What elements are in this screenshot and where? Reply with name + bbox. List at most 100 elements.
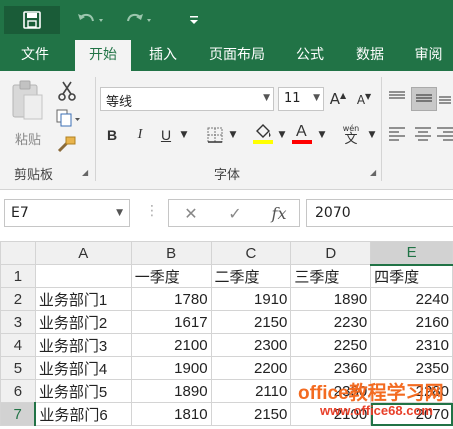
cell-d1[interactable]: 三季度 <box>290 264 372 288</box>
decrease-font-button[interactable]: A▼ <box>354 87 374 111</box>
paste-button[interactable]: 粘贴 <box>8 79 48 148</box>
cell-c5[interactable]: 2200 <box>210 356 292 380</box>
cell-a3[interactable]: 业务部门2 <box>34 310 132 334</box>
select-all-corner[interactable] <box>0 241 36 265</box>
cell-b5[interactable]: 1900 <box>130 356 212 380</box>
font-launcher-icon[interactable]: ◢ <box>370 168 376 177</box>
column-header-d[interactable]: D <box>290 241 372 265</box>
font-size-select[interactable]: 11 ▼ <box>278 87 324 111</box>
font-name-select[interactable]: 等线 ▼ <box>100 87 274 111</box>
cell-a7[interactable]: 业务部门6 <box>34 402 132 426</box>
name-box-value: E7 <box>11 205 29 221</box>
align-middle-button[interactable] <box>411 87 437 111</box>
cell-d2[interactable]: 1890 <box>290 287 372 311</box>
cell-a1[interactable] <box>34 264 132 288</box>
cell-b2[interactable]: 1780 <box>130 287 212 311</box>
row-header-7[interactable]: 7 <box>0 402 37 426</box>
redo-button[interactable] <box>118 6 160 34</box>
formula-buttons: ✕ ✓ fx <box>168 199 300 227</box>
tab-home[interactable]: 开始 <box>75 40 131 71</box>
customize-toolbar-button[interactable] <box>184 6 204 34</box>
align-left-button[interactable] <box>385 123 411 147</box>
column-header-e[interactable]: E <box>370 241 453 266</box>
align-right-button[interactable] <box>437 123 453 147</box>
table-row: 1 一季度 二季度 三季度 四季度 <box>0 264 453 288</box>
align-right-icon <box>437 127 453 141</box>
align-top-button[interactable] <box>385 87 411 111</box>
cell-e3[interactable]: 2160 <box>370 310 453 334</box>
cell-c6[interactable]: 2110 <box>210 379 292 403</box>
cell-e2[interactable]: 2240 <box>370 287 453 311</box>
formula-input[interactable]: 2070 <box>306 199 453 227</box>
underline-button[interactable]: U <box>154 123 178 147</box>
cancel-button[interactable]: ✕ <box>171 200 211 226</box>
copy-button[interactable] <box>52 107 82 131</box>
format-painter-button[interactable] <box>52 133 82 157</box>
cell-c2[interactable]: 1910 <box>210 287 292 311</box>
row-header-1[interactable]: 1 <box>0 264 36 288</box>
italic-button[interactable]: I <box>128 123 152 147</box>
enter-button[interactable]: ✓ <box>215 200 255 226</box>
increase-font-button[interactable]: A▲ <box>328 87 348 111</box>
clipboard-launcher-icon[interactable]: ◢ <box>82 168 88 177</box>
cell-e5[interactable]: 2350 <box>370 356 453 380</box>
phonetic-dropdown[interactable]: ▼ <box>366 123 378 147</box>
cell-a2[interactable]: 业务部门1 <box>34 287 132 311</box>
font-size-value: 11 <box>284 91 301 106</box>
cell-c3[interactable]: 2150 <box>210 310 292 334</box>
column-header-c[interactable]: C <box>210 241 292 265</box>
row-header-3[interactable]: 3 <box>0 310 36 334</box>
ribbon-divider <box>381 77 382 181</box>
tab-file[interactable]: 文件 <box>8 40 62 71</box>
cell-b3[interactable]: 1617 <box>130 310 212 334</box>
formula-bar-resize-handle[interactable]: ⋮ <box>145 203 159 219</box>
column-header-a[interactable]: A <box>34 241 132 265</box>
ribbon-divider <box>95 77 96 181</box>
cell-c7[interactable]: 2150 <box>210 402 292 426</box>
tab-page-layout[interactable]: 页面布局 <box>196 40 278 71</box>
cell-d3[interactable]: 2230 <box>290 310 372 334</box>
cell-a4[interactable]: 业务部门3 <box>34 333 132 357</box>
fill-color-dropdown[interactable]: ▼ <box>276 123 288 147</box>
fill-color-button[interactable] <box>250 121 276 145</box>
cell-e4[interactable]: 2310 <box>370 333 453 357</box>
font-color-icon: A <box>292 123 312 144</box>
align-left-icon <box>389 127 405 141</box>
row-header-4[interactable]: 4 <box>0 333 36 357</box>
bold-button[interactable]: B <box>100 123 124 147</box>
increase-font-icon: A▲ <box>329 90 347 108</box>
cut-button[interactable] <box>52 79 82 103</box>
cell-c4[interactable]: 2300 <box>210 333 292 357</box>
name-box[interactable]: E7 ▼ <box>4 199 130 227</box>
phonetic-button[interactable]: wén 文 <box>336 119 366 149</box>
align-bottom-button[interactable] <box>437 87 453 111</box>
cell-d4[interactable]: 2250 <box>290 333 372 357</box>
row-header-6[interactable]: 6 <box>0 379 36 403</box>
undo-button[interactable] <box>70 6 112 34</box>
cell-b1[interactable]: 一季度 <box>130 264 212 288</box>
ribbon-tabs: 文件 开始 插入 页面布局 公式 数据 审阅 <box>0 40 453 71</box>
column-header-b[interactable]: B <box>130 241 212 265</box>
borders-button[interactable] <box>203 123 227 147</box>
cell-a6[interactable]: 业务部门5 <box>34 379 132 403</box>
row-header-2[interactable]: 2 <box>0 287 36 311</box>
cell-b4[interactable]: 2100 <box>130 333 212 357</box>
font-color-button[interactable]: A <box>290 121 314 145</box>
cell-b7[interactable]: 1810 <box>130 402 212 426</box>
tab-insert[interactable]: 插入 <box>136 40 190 71</box>
row-header-5[interactable]: 5 <box>0 356 36 380</box>
font-color-dropdown[interactable]: ▼ <box>316 123 328 147</box>
cell-a5[interactable]: 业务部门4 <box>34 356 132 380</box>
tab-review[interactable]: 审阅 <box>404 40 453 71</box>
cell-e1[interactable]: 四季度 <box>370 264 453 288</box>
align-center-button[interactable] <box>411 123 437 147</box>
tab-formulas[interactable]: 公式 <box>284 40 336 71</box>
insert-function-button[interactable]: fx <box>259 200 299 226</box>
cell-c1[interactable]: 二季度 <box>210 264 292 288</box>
borders-dropdown[interactable]: ▼ <box>227 123 239 147</box>
cell-b6[interactable]: 1890 <box>130 379 212 403</box>
save-button[interactable] <box>4 6 60 34</box>
tab-data[interactable]: 数据 <box>344 40 396 71</box>
cell-d5[interactable]: 2360 <box>290 356 372 380</box>
underline-dropdown[interactable]: ▼ <box>178 123 190 147</box>
